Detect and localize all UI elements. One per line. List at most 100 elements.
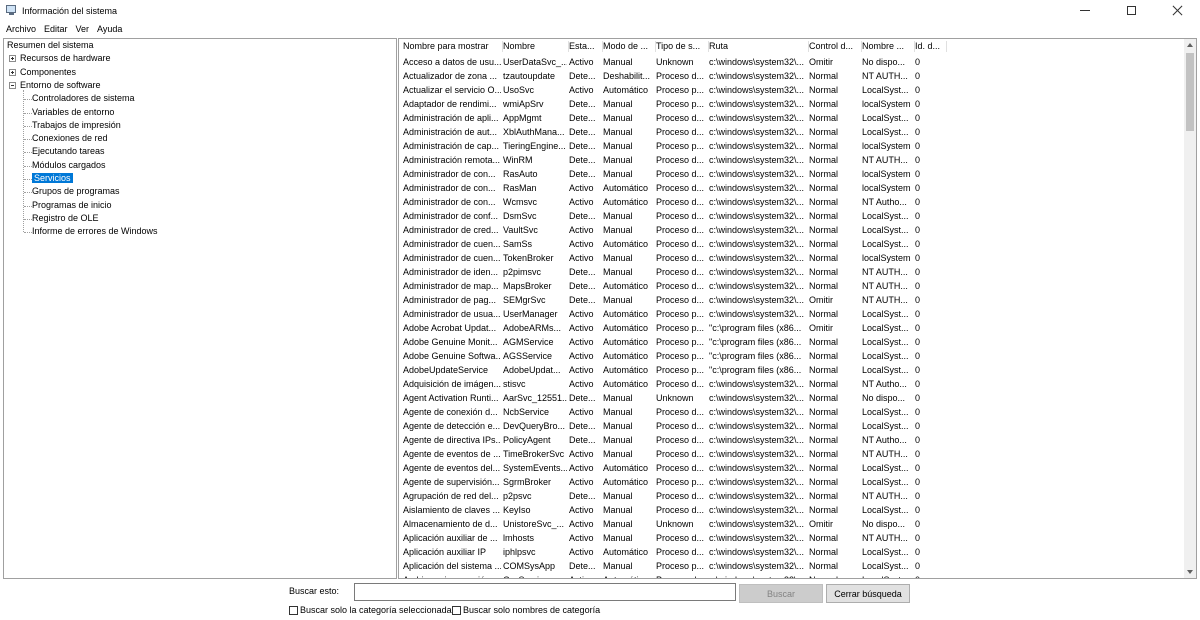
table-row[interactable]: AdobeUpdateService AdobeUpdat... Activo Aut… — [399, 363, 1185, 377]
menu-ayuda[interactable]: Ayuda — [93, 24, 126, 34]
table-row[interactable]: Administrador de cred... VaultSvc Activo Ma… — [399, 223, 1185, 237]
table-row[interactable]: Agrupación de red del... p2psvc Dete... Man… — [399, 489, 1185, 503]
column-header-3[interactable]: Esta... — [569, 39, 601, 54]
column-divider[interactable] — [946, 41, 947, 52]
tree-item-entorno-de-software[interactable]: Entorno de software — [20, 79, 101, 92]
table-row[interactable]: Administrador de pag... SEMgrSvc Dete... Ma… — [399, 293, 1185, 307]
table-row[interactable]: Aplicación auxiliar de ... lmhosts Activo M… — [399, 531, 1185, 545]
close-search-button[interactable]: Cerrar búsqueda — [826, 584, 910, 603]
minimize-button[interactable] — [1062, 0, 1108, 21]
category-tree-pane[interactable]: Resumen del sistema Recursos de hardware C… — [3, 38, 397, 579]
table-row[interactable]: Administrador de usua... UserManager Activ… — [399, 307, 1185, 321]
table-row[interactable]: Adobe Genuine Softwa... AGSService Activo A… — [399, 349, 1185, 363]
table-row[interactable]: Actualizar el servicio O... UsoSvc Activo A… — [399, 83, 1185, 97]
scroll-up-button[interactable] — [1184, 39, 1196, 51]
table-cell: Agente de eventos del... — [403, 463, 501, 473]
menu-editar[interactable]: Editar — [40, 24, 72, 34]
table-row[interactable]: Agente de detección e... DevQueryBro... De… — [399, 419, 1185, 433]
table-row[interactable]: Administrador de conf... DsmSvc Dete... Man… — [399, 209, 1185, 223]
table-cell: c:\windows\system32\... — [709, 211, 805, 221]
search-button[interactable]: Buscar — [739, 584, 823, 603]
table-row[interactable]: Agente de conexión d... NcbService Activo M… — [399, 405, 1185, 419]
table-row[interactable]: Administrador de con... RasAuto Dete... Man… — [399, 167, 1185, 181]
table-row[interactable]: Administrador de iden... p2pimsvc Dete... M… — [399, 265, 1185, 279]
table-row[interactable]: Adaptador de rendimi... wmiApSrv Dete... Ma… — [399, 97, 1185, 111]
table-cell: Normal — [809, 183, 839, 193]
column-header-6[interactable]: Ruta — [709, 39, 807, 54]
table-row[interactable]: Agente de directiva IPs... PolicyAgent Det… — [399, 433, 1185, 447]
table-row[interactable]: Administrador de map... MapsBroker Dete...… — [399, 279, 1185, 293]
column-header-1[interactable]: Nombre para mostrar — [403, 39, 501, 54]
table-row[interactable]: Aislamiento de claves ... KeyIso Activo Man… — [399, 503, 1185, 517]
table-row[interactable]: Acceso a datos de usu... UserDataSvc_... A… — [399, 55, 1185, 69]
tree-item-componentes[interactable]: Componentes — [20, 66, 76, 79]
expand-plus-icon[interactable] — [9, 68, 16, 76]
table-row[interactable]: Adobe Genuine Monit... AGMService Activo Au… — [399, 335, 1185, 349]
column-header-8[interactable]: Nombre ... — [862, 39, 913, 54]
table-cell: Actualizador de zona ... — [403, 71, 498, 81]
table-row[interactable]: Administración de aut... XblAuthMana... De… — [399, 125, 1185, 139]
menu-ver[interactable]: Ver — [72, 24, 94, 34]
table-cell: 0 — [915, 85, 921, 95]
column-header-4[interactable]: Modo de ... — [603, 39, 654, 54]
table-row[interactable]: Administrador de con... RasMan Activo Autom… — [399, 181, 1185, 195]
tree-item-modulos-cargados[interactable]: Módulos cargados — [32, 159, 106, 172]
column-header-2[interactable]: Nombre — [503, 39, 567, 54]
table-row[interactable]: Almacenamiento de d... UnistoreSvc_... Act… — [399, 517, 1185, 531]
table-cell: 0 — [915, 253, 921, 263]
tree-item-controladores-de-sistema[interactable]: Controladores de sistema — [32, 92, 135, 105]
close-button[interactable] — [1154, 0, 1200, 21]
table-row[interactable]: Agent Activation Runti... AarSvc_12551...… — [399, 391, 1185, 405]
table-cell: c:\windows\system32\... — [709, 197, 805, 207]
tree-item-trabajos-de-impresion[interactable]: Trabajos de impresión — [32, 119, 121, 132]
table-cell: Normal — [809, 169, 839, 179]
expand-plus-icon[interactable] — [9, 55, 16, 63]
column-header-5[interactable]: Tipo de s... — [656, 39, 707, 54]
search-input[interactable] — [354, 583, 736, 601]
scroll-down-button[interactable] — [1184, 566, 1196, 578]
menu-archivo[interactable]: Archivo — [2, 24, 40, 34]
table-row[interactable]: Adobe Acrobat Updat... AdobeARMs... Activo… — [399, 321, 1185, 335]
tree-item-grupos-de-programas[interactable]: Grupos de programas — [32, 185, 120, 198]
tree-item-recursos-de-hardware[interactable]: Recursos de hardware — [20, 52, 111, 65]
table-row[interactable]: Administrador de cuen... TokenBroker Activ… — [399, 251, 1185, 265]
tree-item-informe-de-errores-de-windows[interactable]: Informe de errores de Windows — [32, 225, 158, 238]
column-header-7[interactable]: Control d... — [809, 39, 860, 54]
details-list-pane[interactable]: Nombre para mostrar Nombre Esta... Modo de … — [398, 38, 1197, 579]
search-selected-category-checkbox[interactable]: Buscar solo la categoría seleccionada — [289, 605, 452, 615]
search-category-names-checkbox[interactable]: Buscar solo nombres de categoría — [452, 605, 600, 615]
table-row[interactable]: Aplicación del sistema ... COMSysApp Dete.… — [399, 559, 1185, 573]
scroll-thumb[interactable] — [1186, 53, 1194, 131]
table-row[interactable]: Administrador de con... Wcmsvc Activo Autom… — [399, 195, 1185, 209]
table-row[interactable]: Actualizador de zona ... tzautoupdate Dete… — [399, 69, 1185, 83]
tree-item-resumen-del-sistema[interactable]: Resumen del sistema — [7, 39, 94, 52]
table-row[interactable]: Agente de eventos de ... TimeBrokerSvc Act… — [399, 447, 1185, 461]
table-row[interactable]: Administración remota... WinRM Dete... Manu… — [399, 153, 1185, 167]
table-row[interactable]: Administración de cap... TieringEngine...… — [399, 139, 1185, 153]
table-row[interactable]: Administrador de cuen... SamSs Activo Autom… — [399, 237, 1185, 251]
tree-item-registro-de-ole[interactable]: Registro de OLE — [32, 212, 99, 225]
table-cell: Activo — [569, 449, 594, 459]
table-row[interactable]: Administración de apli... AppMgmt Dete... M… — [399, 111, 1185, 125]
tree-item-conexiones-de-red[interactable]: Conexiones de red — [32, 132, 108, 145]
table-row[interactable]: Agente de eventos del... SystemEvents... A… — [399, 461, 1185, 475]
table-cell: Normal — [809, 337, 839, 347]
tree-item-servicios[interactable]: Servicios — [32, 172, 73, 185]
maximize-button[interactable] — [1108, 0, 1154, 21]
column-header-9[interactable]: Id. d... — [915, 39, 945, 54]
table-cell: Activo — [569, 463, 594, 473]
table-cell: RasAuto — [503, 169, 538, 179]
table-cell: 0 — [915, 281, 921, 291]
table-row[interactable]: Archivos sin conexiónCscServiceActivoAut… — [399, 573, 1185, 578]
tree-item-variables-de-entorno[interactable]: Variables de entorno — [32, 106, 114, 119]
collapse-minus-icon[interactable] — [9, 81, 16, 89]
menu-bar: Archivo Editar Ver Ayuda — [0, 21, 126, 36]
table-cell: LocalSyst... — [862, 127, 909, 137]
tree-item-programas-de-inicio[interactable]: Programas de inicio — [32, 199, 112, 212]
table-row[interactable]: Adquisición de imágen... stisvc Activo Auto… — [399, 377, 1185, 391]
vertical-scrollbar[interactable] — [1184, 39, 1196, 578]
table-row[interactable]: Aplicación auxiliar IP iphlpsvc Activo Auto… — [399, 545, 1185, 559]
tree-item-ejecutando-tareas[interactable]: Ejecutando tareas — [32, 145, 105, 158]
table-cell: LocalSyst... — [862, 477, 909, 487]
table-row[interactable]: Agente de supervisión... SgrmBroker Activo… — [399, 475, 1185, 489]
